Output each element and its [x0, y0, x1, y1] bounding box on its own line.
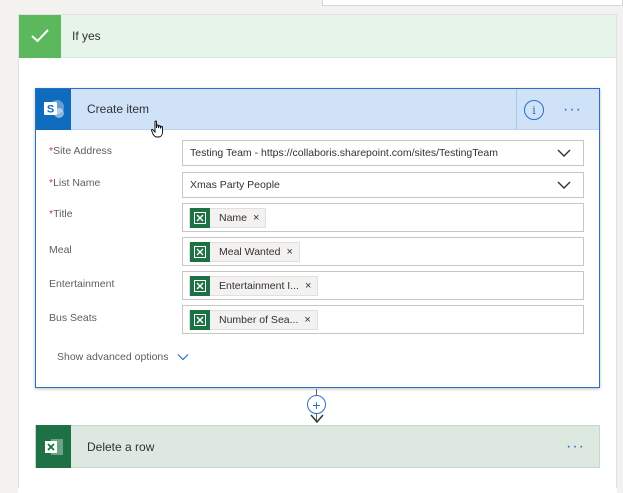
remove-token-icon[interactable]: ×: [286, 246, 292, 258]
header-divider: [516, 89, 517, 130]
info-button[interactable]: i: [524, 100, 544, 120]
plus-icon: +: [312, 396, 321, 413]
more-options-button[interactable]: ···: [566, 438, 585, 456]
checkmark-icon: [19, 14, 61, 58]
entertainment-label: Entertainment: [49, 278, 115, 290]
if-yes-header[interactable]: If yes: [19, 14, 616, 58]
token-label: Entertainment I...: [219, 279, 299, 292]
delete-row-card[interactable]: Delete a row ···: [35, 425, 600, 468]
meal-label: Meal: [49, 244, 72, 256]
show-advanced-options-link[interactable]: Show advanced options: [57, 351, 189, 363]
remove-token-icon[interactable]: ×: [305, 280, 311, 292]
info-icon: i: [532, 103, 536, 117]
excel-icon: [190, 207, 210, 228]
create-item-card[interactable]: S Create item i ··· *Site Address Testin…: [35, 88, 600, 388]
remove-token-icon[interactable]: ×: [253, 212, 259, 224]
site-address-value: Testing Team - https://collaboris.sharep…: [190, 147, 498, 159]
name-token[interactable]: Name ×: [189, 207, 267, 228]
chevron-down-icon: [557, 181, 571, 189]
site-address-dropdown[interactable]: Testing Team - https://collaboris.sharep…: [182, 140, 584, 166]
list-name-label: *List Name: [49, 177, 101, 189]
title-row: *Title Name ×: [36, 202, 599, 232]
more-options-button[interactable]: ···: [563, 101, 582, 119]
branch-bottom: [18, 488, 617, 493]
token-label: Number of Sea...: [219, 313, 299, 326]
list-name-row: *List Name Xmas Party People: [36, 171, 599, 201]
sharepoint-icon: S: [36, 88, 71, 130]
list-name-dropdown[interactable]: Xmas Party People: [182, 172, 584, 198]
top-input-edge: [322, 0, 623, 6]
list-name-value: Xmas Party People: [190, 179, 280, 191]
remove-token-icon[interactable]: ×: [304, 314, 310, 326]
excel-icon: [190, 275, 210, 296]
entertainment-field[interactable]: Entertainment I... ×: [182, 271, 584, 300]
token-label: Name: [219, 211, 248, 224]
site-address-label: *Site Address: [49, 145, 113, 157]
meal-wanted-token[interactable]: Meal Wanted ×: [189, 241, 300, 262]
meal-row: Meal Meal Wanted ×: [36, 236, 599, 266]
excel-icon: [190, 241, 210, 262]
bus-seats-label: Bus Seats: [49, 312, 97, 324]
excel-icon: [190, 309, 210, 330]
advanced-options-label: Show advanced options: [57, 351, 169, 363]
arrow-down-icon: [310, 414, 324, 424]
delete-row-title: Delete a row: [87, 439, 155, 454]
svg-text:S: S: [46, 104, 53, 116]
insert-step-button[interactable]: +: [307, 395, 326, 414]
chevron-down-icon: [557, 149, 571, 157]
entertainment-row: Entertainment Entertainment I... ×: [36, 270, 599, 300]
meal-field[interactable]: Meal Wanted ×: [182, 237, 584, 266]
chevron-down-icon: [177, 354, 188, 361]
title-field[interactable]: Name ×: [182, 203, 584, 232]
bus-seats-row: Bus Seats Number of Sea... ×: [36, 304, 599, 334]
number-of-seats-token[interactable]: Number of Sea... ×: [189, 309, 318, 330]
entertainment-token[interactable]: Entertainment I... ×: [189, 275, 319, 296]
create-item-header[interactable]: S Create item i ···: [36, 88, 599, 130]
hand-cursor-icon: [151, 120, 163, 138]
bus-seats-field[interactable]: Number of Sea... ×: [182, 305, 584, 334]
token-label: Meal Wanted: [219, 245, 281, 258]
excel-icon: [36, 425, 71, 468]
create-item-title: Create item: [87, 102, 150, 116]
if-yes-title: If yes: [72, 29, 101, 43]
title-label: *Title: [49, 208, 73, 220]
site-address-row: *Site Address Testing Team - https://col…: [36, 139, 599, 169]
